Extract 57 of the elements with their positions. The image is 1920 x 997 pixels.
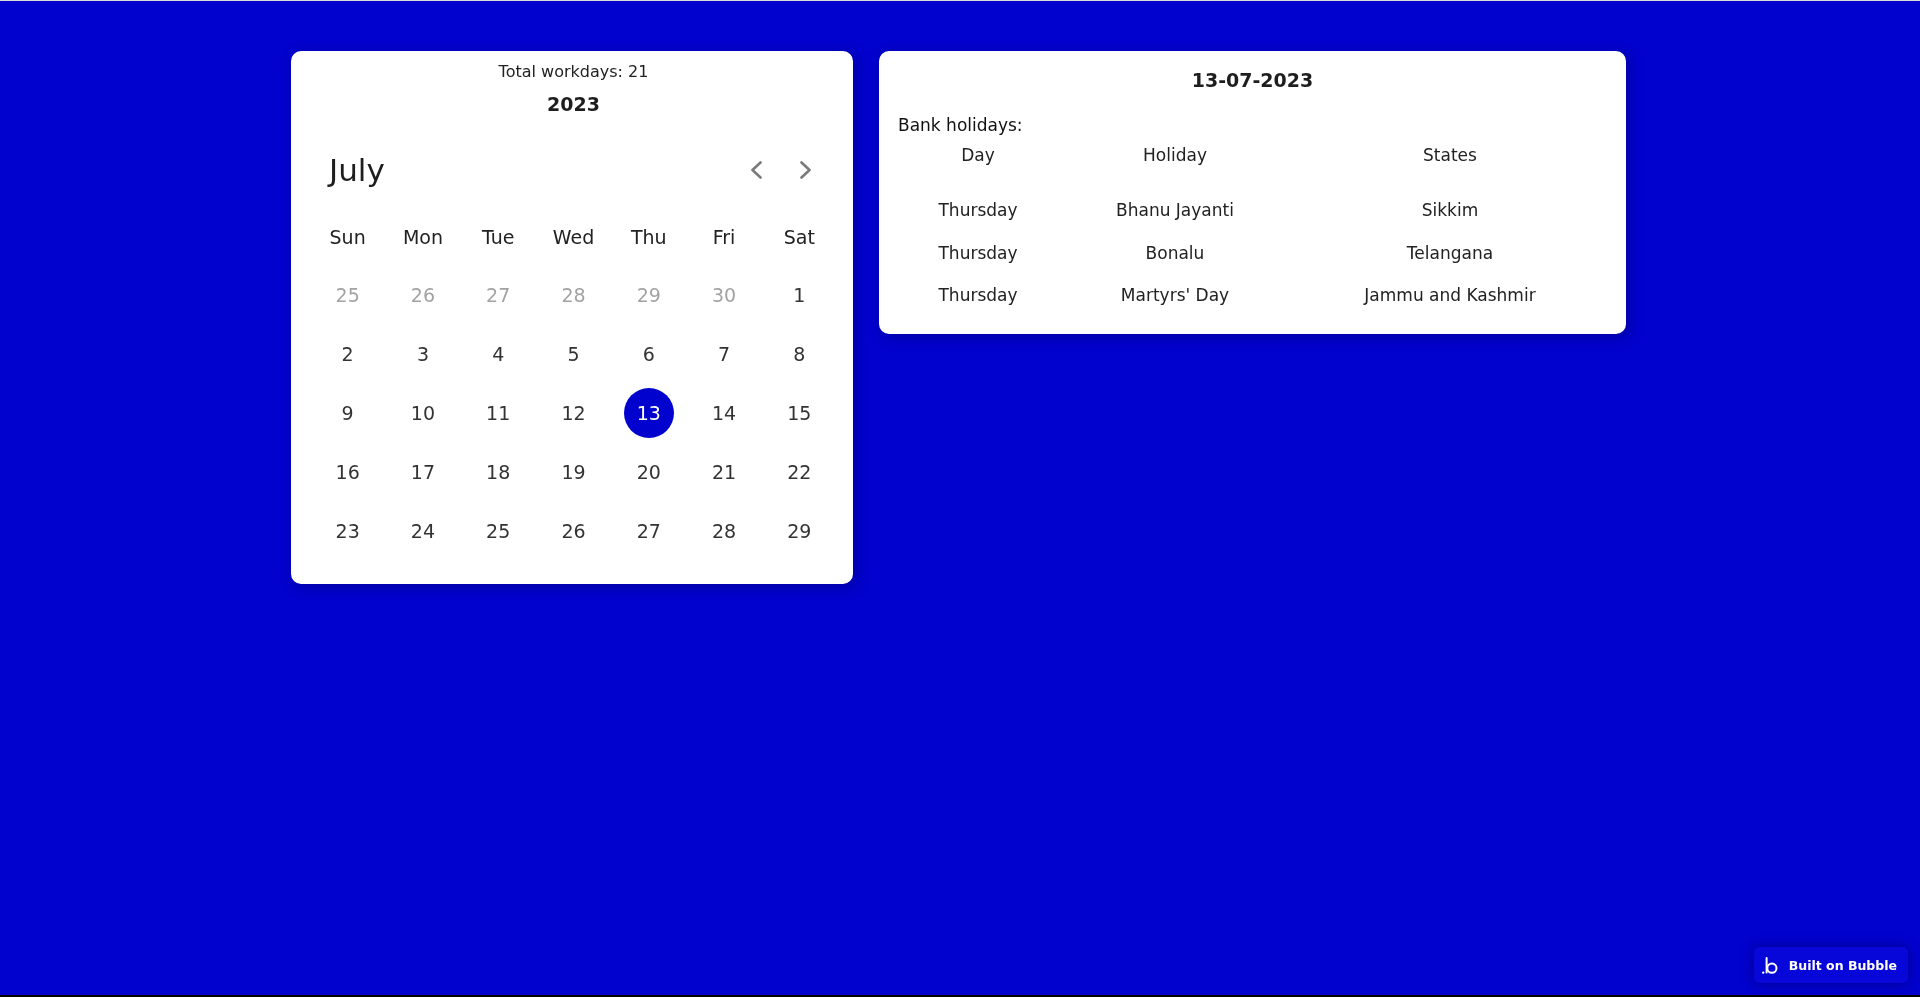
calendar-day[interactable]: 24 [410, 518, 435, 543]
selected-date-title: 13-07-2023 [1191, 68, 1314, 93]
calendar-day[interactable]: 25 [486, 518, 511, 543]
chevron-right-icon [799, 161, 811, 179]
workdays-summary: Total workdays: 21 [498, 62, 649, 82]
calendar-day[interactable]: 22 [787, 459, 812, 484]
calendar-day[interactable]: 5 [567, 341, 580, 366]
calendar-day[interactable]: 18 [486, 459, 511, 484]
calendar-day[interactable]: 26 [561, 518, 586, 543]
holiday-weekday: Thursday [938, 242, 1018, 263]
calendar-day[interactable]: 28 [711, 518, 737, 543]
calendar-day[interactable]: 19 [561, 459, 586, 484]
calendar-day[interactable]: 3 [416, 341, 429, 366]
calendar-day[interactable]: 7 [718, 341, 731, 366]
calendar-day[interactable]: 16 [335, 459, 360, 484]
calendar-day[interactable]: 21 [711, 459, 737, 484]
holiday-weekday: Thursday [938, 200, 1018, 220]
section-heading: Bank holidays: [898, 115, 1023, 135]
holiday-weekday: Thursday [938, 285, 1018, 305]
weekday-label: Sat [783, 225, 815, 249]
holiday-states: Jammu and Kashmir [1364, 285, 1536, 305]
weekday-label: Sun [329, 225, 366, 249]
column-heading: States [1423, 145, 1477, 165]
calendar-day[interactable]: 14 [711, 400, 737, 425]
holiday-name: Bonalu [1145, 242, 1205, 263]
calendar-day[interactable]: 23 [335, 518, 360, 543]
calendar-day[interactable]: 20 [636, 459, 661, 484]
calendar-day[interactable]: 8 [793, 341, 806, 366]
column-heading: Holiday [1143, 145, 1207, 165]
calendar-day[interactable]: 4 [492, 341, 505, 366]
weekday-label: Fri [712, 225, 736, 249]
calendar-day[interactable]: 15 [787, 400, 812, 425]
month-label: July [329, 151, 385, 190]
calendar-day[interactable]: 27 [636, 518, 661, 543]
calendar-day[interactable]: 29 [787, 518, 812, 543]
weekday-label: Wed [552, 225, 595, 249]
calendar-day[interactable]: 13 [623, 387, 674, 438]
weekday-label: Tue [481, 225, 515, 249]
platform-badge[interactable]: Built on Bubble [1753, 947, 1908, 983]
calendar-day[interactable]: 10 [410, 400, 435, 425]
chevron-left-icon [750, 161, 762, 179]
year-label: 2023 [547, 92, 600, 116]
holiday-states: Sikkim [1421, 200, 1479, 220]
calendar-day[interactable]: 11 [486, 400, 511, 425]
column-heading: Day [961, 145, 995, 165]
calendar-day[interactable]: 2 [341, 341, 354, 366]
weekday-label: Thu [630, 225, 667, 249]
calendar-day[interactable]: 9 [341, 400, 354, 425]
holiday-states: Telangana [1406, 242, 1494, 263]
calendar-day[interactable]: 1 [793, 282, 806, 307]
calendar-day[interactable]: 17 [410, 459, 435, 484]
calendar-day[interactable]: 12 [561, 400, 586, 425]
logo-icon [1761, 956, 1778, 974]
holiday-name: Bhanu Jayanti [1116, 200, 1234, 220]
calendar-day[interactable]: 6 [642, 341, 655, 366]
weekday-label: Mon [402, 225, 443, 249]
holiday-name: Martyrs' Day [1120, 285, 1230, 305]
